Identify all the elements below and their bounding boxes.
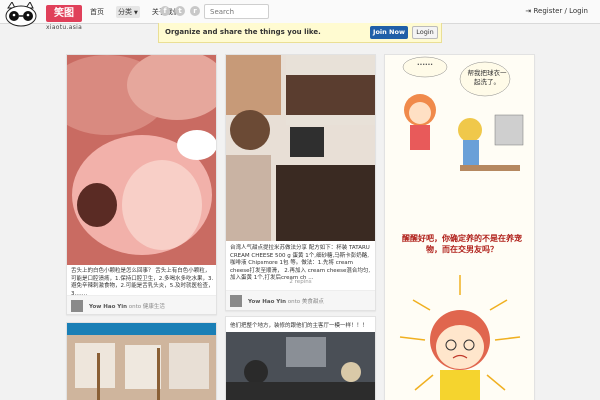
pin-user-name[interactable]: Yow Hao Yin	[248, 299, 286, 305]
join-now-button[interactable]: Join Now	[370, 26, 408, 39]
pin-board-name[interactable]: 健康生活	[143, 304, 165, 310]
pin-repins[interactable]: 2 repins	[226, 279, 375, 285]
signup-banner: Organize and share the things you like. …	[158, 23, 442, 43]
pin-user-name[interactable]: Yow Hao Yin	[89, 304, 127, 310]
pin-image[interactable]	[67, 323, 216, 400]
search-input[interactable]	[204, 4, 269, 19]
facebook-icon[interactable]: f	[160, 6, 170, 16]
living-room-photo-icon	[226, 332, 375, 400]
pin-card[interactable]: 舌头上的白色小颗粒是怎么回事？ 舌头上有白色小颗粒，可能是口腔溃疡，1.保持口腔…	[66, 54, 217, 315]
comic-bubble-text: 帮我把球衣一起洗了。	[467, 69, 507, 86]
chevron-down-icon: ▼	[134, 10, 138, 16]
pin-user-line: Yow Hao Yin onto 美食甜点	[248, 297, 324, 305]
top-nav-bar: 笑图 xiaotu.asia 首页 分类▼ 关于我们 f t r ⇥ Regis…	[0, 0, 600, 31]
pin-onto: onto	[287, 299, 301, 305]
comic-caption: 醒醒好吧，你确定养的不是在养宠物，而在交男友吗？	[402, 234, 522, 254]
pin-board-name[interactable]: 美食甜点	[302, 299, 324, 305]
register-login-label: Register / Login	[533, 7, 588, 15]
pin-attribution: Yow Hao Yin onto 美食甜点	[226, 290, 375, 310]
avatar[interactable]	[71, 300, 83, 312]
pin-onto: onto	[128, 304, 142, 310]
pin-image[interactable]	[226, 332, 375, 400]
tiramisu-photo-icon	[226, 55, 375, 241]
brand-name: 笑图	[46, 5, 82, 22]
banner-text: Organize and share the things you like.	[165, 28, 321, 36]
nav-item-categories-label: 分类	[118, 8, 132, 16]
cat-mascot-icon	[5, 2, 37, 27]
site-logo[interactable]: 笑图 xiaotu.asia	[2, 2, 82, 32]
pin-user-line: Yow Hao Yin onto 健康生活	[89, 302, 165, 310]
login-button[interactable]: Login	[412, 26, 438, 39]
avatar[interactable]	[230, 295, 242, 307]
social-links: f t r	[160, 6, 200, 16]
pin-description: 舌头上的白色小颗粒是怎么回事？ 舌头上有白色小颗粒，可能是口腔溃疡，1.保持口腔…	[71, 268, 214, 297]
pin-attribution: Yow Hao Yin onto 健康生活	[67, 295, 216, 314]
comic-bubble-dots: ......	[417, 59, 433, 67]
brand-domain: xiaotu.asia	[46, 24, 83, 31]
pin-card[interactable]	[66, 322, 217, 400]
register-login-link[interactable]: ⇥ Register / Login	[525, 7, 588, 15]
pin-description: 他们把整个地方，装修的跟他们的主客厅一模一样！！！	[230, 323, 368, 329]
pin-image[interactable]	[226, 55, 375, 241]
tongue-photo-icon	[67, 55, 216, 265]
rss-icon[interactable]: r	[190, 6, 200, 16]
twitter-icon[interactable]: t	[175, 6, 185, 16]
pin-image[interactable]	[385, 55, 534, 400]
pin-card[interactable]: 他们把整个地方，装修的跟他们的主客厅一模一样！！！	[225, 316, 376, 400]
nav-item-categories[interactable]: 分类 ▼	[116, 6, 140, 18]
nav-item-home[interactable]: 首页	[88, 6, 106, 18]
yogurt-cups-photo-icon	[67, 323, 216, 400]
pin-card[interactable]: 台湾人气甜点提拉米苏做法分享 配方如下：杯装 TATARU CREAM CHEE…	[225, 54, 376, 311]
pin-card[interactable]: ...... 帮我把球衣一起洗了。 醒醒好吧，你确定养的不是在养宠物，而在交男友…	[384, 54, 535, 400]
comic-illustration-icon	[385, 55, 534, 400]
pin-image[interactable]	[67, 55, 216, 265]
pin-description: 台湾人气甜点提拉米苏做法分享 配方如下：杯装 TATARU CREAM CHEE…	[230, 245, 371, 281]
